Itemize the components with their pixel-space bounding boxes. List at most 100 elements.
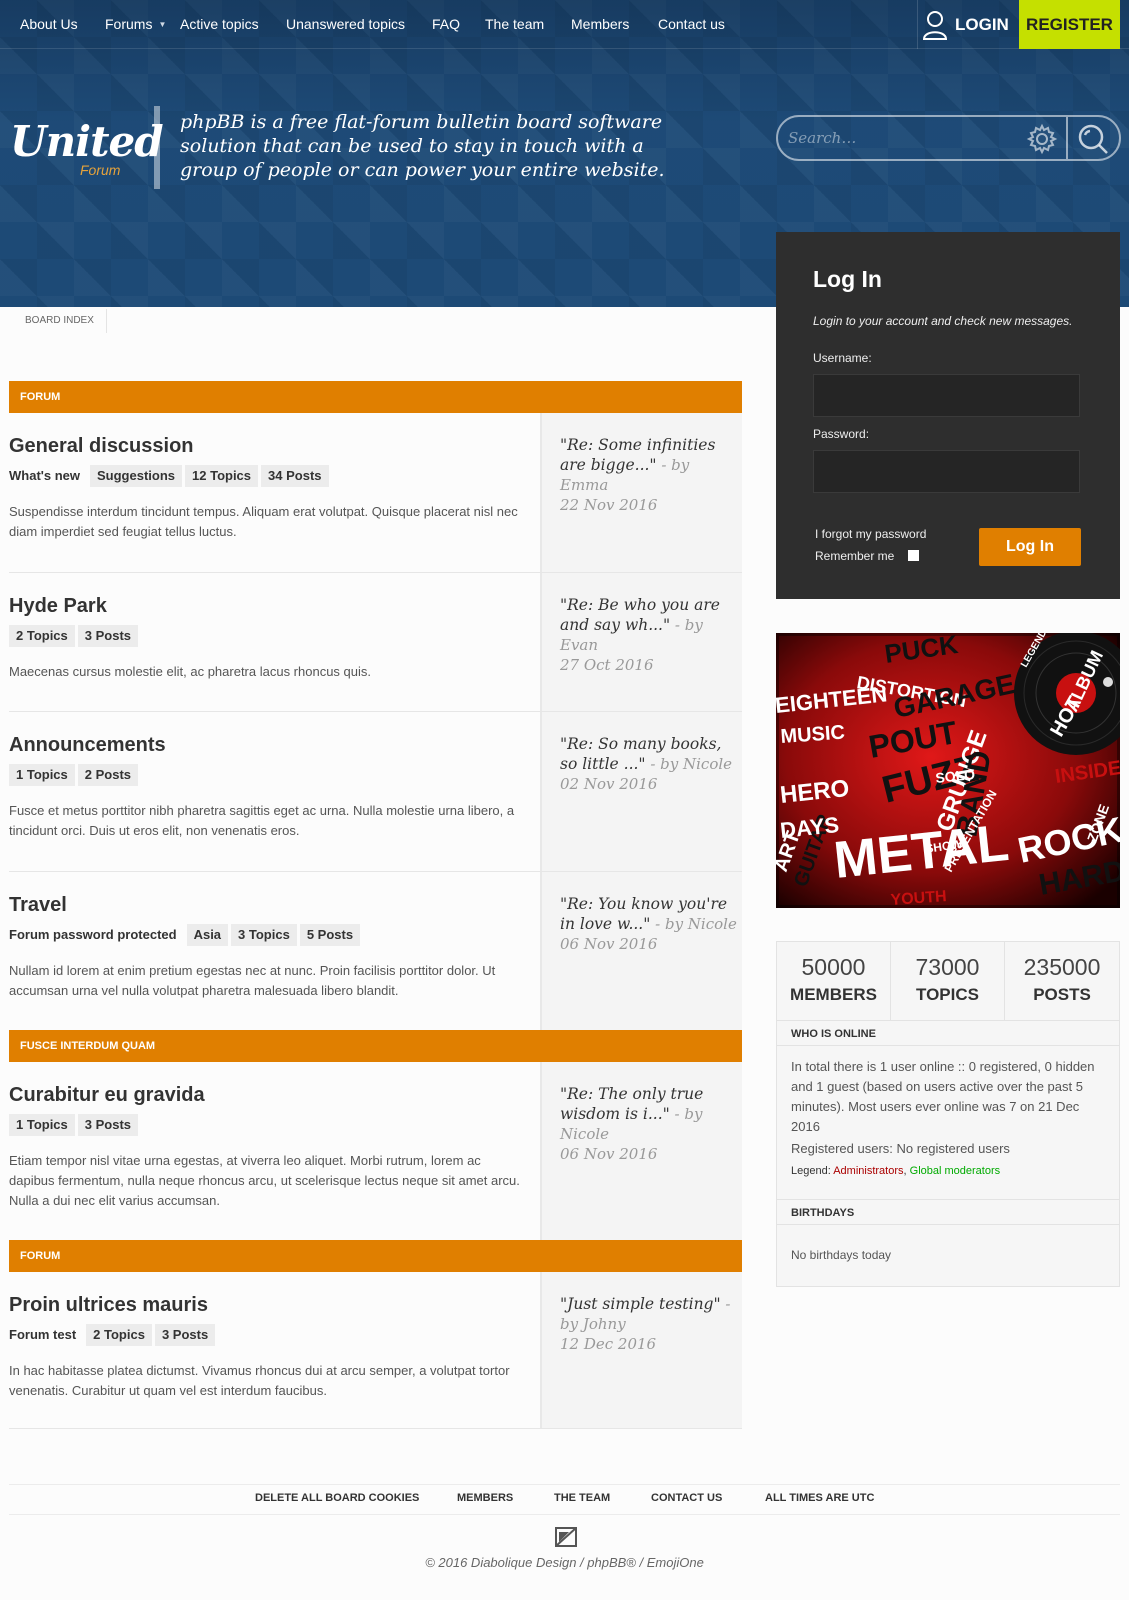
forum-title[interactable]: Hyde Park xyxy=(9,595,107,618)
footer-divider xyxy=(9,1514,1120,1515)
promo-word: MUSIC xyxy=(780,722,846,748)
nav-contact[interactable]: Contact us xyxy=(658,16,725,32)
legend-label: Legend: xyxy=(791,1165,834,1177)
subforum-link[interactable]: Forum password protected xyxy=(9,924,184,946)
logo-wordmark: United xyxy=(10,117,164,166)
last-post-info: "Re: Some infinities are bigge..." - by … xyxy=(560,435,738,515)
nav-members[interactable]: Members xyxy=(571,16,629,32)
search-separator xyxy=(1066,117,1068,159)
footer-members-link[interactable]: MEMBERS xyxy=(457,1492,513,1504)
footer-divider xyxy=(9,1484,1120,1485)
forum-title[interactable]: Curabitur eu gravida xyxy=(9,1084,205,1107)
nav-team[interactable]: The team xyxy=(485,16,544,32)
registered-users-text: Registered users: No registered users xyxy=(791,1141,1010,1156)
forum-row: Travel Forum password protected Asia 3 T… xyxy=(9,872,742,1030)
forgot-password-link[interactable]: I forgot my password xyxy=(815,527,926,541)
stat-label: TOPICS xyxy=(916,985,979,1004)
subforum-link[interactable]: Forum test xyxy=(9,1324,83,1346)
forum-info: Hyde Park 2 Topics 3 Posts Maecenas curs… xyxy=(9,573,540,711)
last-post-title[interactable]: "Just simple testing" xyxy=(560,1295,721,1313)
username-field[interactable] xyxy=(813,374,1080,417)
username-label: Username: xyxy=(813,351,872,365)
stat-label: POSTS xyxy=(1033,985,1091,1004)
forum-description: Nullam id lorem at enim pretium egestas … xyxy=(9,963,496,998)
topics-count: 1 Topics xyxy=(9,764,75,786)
logo-subtitle: Forum xyxy=(80,162,121,178)
subforum-link[interactable]: Asia xyxy=(186,924,229,946)
copyright-text: © 2016 Diabolique Design / phpBB® / Emoj… xyxy=(425,1555,704,1570)
forum-title[interactable]: Travel xyxy=(9,894,67,917)
last-post-info: "Just simple testing" - by Johny 12 Dec … xyxy=(560,1294,738,1354)
promo-banner-image[interactable]: PUCK DISTORTION EIGHTEEN GARAGE MUSIC POUT FUZ… xyxy=(776,633,1120,908)
header-login-label: LOGIN xyxy=(955,15,1009,34)
forum-tags: Forum test 2 Topics 3 Posts xyxy=(9,1324,216,1346)
top-navigation: About Us Forums ▼ Active topics Unanswere… xyxy=(0,0,1129,49)
last-post: "Re: You know you're in love w..." - by … xyxy=(540,872,742,1030)
last-post: "Just simple testing" - by Johny 12 Dec … xyxy=(540,1272,742,1428)
header-register-button[interactable]: REGISTER xyxy=(1019,0,1120,49)
breadcrumb[interactable]: BOARD INDEX xyxy=(11,309,107,333)
stat-number: 50000 xyxy=(801,954,866,980)
nav-faq[interactable]: FAQ xyxy=(432,16,460,32)
chevron-down-icon: ▼ xyxy=(158,20,167,29)
stat-label: MEMBERS xyxy=(790,985,877,1004)
diabolique-logo-icon[interactable] xyxy=(555,1527,577,1547)
forum-row: Curabitur eu gravida 1 Topics 3 Posts Et… xyxy=(9,1062,742,1240)
forum-info: Announcements 1 Topics 2 Posts Fusce et … xyxy=(9,712,540,871)
nav-unanswered-topics[interactable]: Unanswered topics xyxy=(286,16,405,32)
who-is-online-heading[interactable]: WHO IS ONLINE xyxy=(777,1020,1119,1046)
legend-moderators-link[interactable]: Global moderators xyxy=(910,1165,1001,1177)
forum-description: Etiam tempor nisl vitae urna egestas, at… xyxy=(9,1153,520,1208)
delete-cookies-link[interactable]: DELETE ALL BOARD COOKIES xyxy=(255,1492,419,1504)
topics-count: 2 Topics xyxy=(9,625,75,647)
search-input[interactable] xyxy=(788,126,1008,150)
rock-collage-art: PUCKDISTORTIONEIGHTEEN GARAGEMUSIC POUTFUZ… xyxy=(776,633,1120,908)
forum-title[interactable]: Announcements xyxy=(9,734,166,757)
category-header[interactable]: FORUM xyxy=(9,1240,742,1272)
promo-word: YOUTH xyxy=(890,888,947,908)
last-post-date: 06 Nov 2016 xyxy=(560,935,658,953)
category-header[interactable]: FUSCE INTERDUM QUAM xyxy=(9,1030,742,1062)
remember-me-label: Remember me xyxy=(815,549,895,563)
header-login-button[interactable]: LOGIN xyxy=(917,0,1019,49)
remember-me-checkbox[interactable] xyxy=(908,550,919,561)
nav-forums[interactable]: Forums ▼ xyxy=(105,16,166,32)
stat-posts: 235000 POSTS xyxy=(1005,942,1119,1020)
forum-row: Proin ultrices mauris Forum test 2 Topic… xyxy=(9,1272,742,1429)
last-post-author[interactable]: - by Nicole xyxy=(650,915,737,933)
birthdays-text: No birthdays today xyxy=(791,1248,892,1262)
login-submit-button[interactable]: Log In xyxy=(979,528,1081,566)
forum-tags: 1 Topics 3 Posts xyxy=(9,1114,139,1136)
last-post: "Re: So many books, so little ..." - by … xyxy=(540,712,742,871)
posts-count: 3 Posts xyxy=(154,1324,216,1346)
stats-panel: 50000 MEMBERS 73000 TOPICS 235000 POSTS … xyxy=(776,941,1120,1287)
forum-title[interactable]: General discussion xyxy=(9,435,194,458)
posts-count: 3 Posts xyxy=(77,625,139,647)
site-logo[interactable]: United Forum xyxy=(10,117,164,187)
forum-info: General discussion What's new Suggestion… xyxy=(9,413,540,572)
category-header[interactable]: FORUM xyxy=(9,381,742,413)
last-post-author[interactable]: - by Nicole xyxy=(646,755,732,773)
forum-row: General discussion What's new Suggestion… xyxy=(9,413,742,573)
forum-tags: Forum password protected Asia 3 Topics 5… xyxy=(9,924,361,946)
footer-team-link[interactable]: THE TEAM xyxy=(554,1492,610,1504)
legend-administrators-link[interactable]: Administrators xyxy=(833,1165,903,1177)
subforum-link[interactable]: What's new xyxy=(9,465,87,487)
forum-title[interactable]: Proin ultrices mauris xyxy=(9,1294,208,1317)
search-icon[interactable] xyxy=(1076,122,1110,156)
search-box xyxy=(776,115,1121,161)
nav-about[interactable]: About Us xyxy=(20,16,78,32)
birthdays-heading: BIRTHDAYS xyxy=(777,1199,1119,1225)
last-post-title[interactable]: "Re: Some infinities are bigge..." xyxy=(560,436,715,474)
subforum-link[interactable]: Suggestions xyxy=(90,465,183,487)
gear-icon[interactable] xyxy=(1026,123,1058,155)
forum-row: Hyde Park 2 Topics 3 Posts Maecenas curs… xyxy=(9,573,742,712)
password-field[interactable] xyxy=(813,450,1080,493)
password-label: Password: xyxy=(813,427,870,441)
last-post: "Re: The only true wisdom is i..." - by … xyxy=(540,1062,742,1240)
footer-contact-link[interactable]: CONTACT US xyxy=(651,1492,722,1504)
last-post: "Re: Some infinities are bigge..." - by … xyxy=(540,413,742,572)
nav-active-topics[interactable]: Active topics xyxy=(180,16,259,32)
who-is-online-text: In total there is 1 user online :: 0 reg… xyxy=(791,1059,1095,1134)
last-post-info: "Re: Be who you are and say wh..." - by … xyxy=(560,595,738,675)
